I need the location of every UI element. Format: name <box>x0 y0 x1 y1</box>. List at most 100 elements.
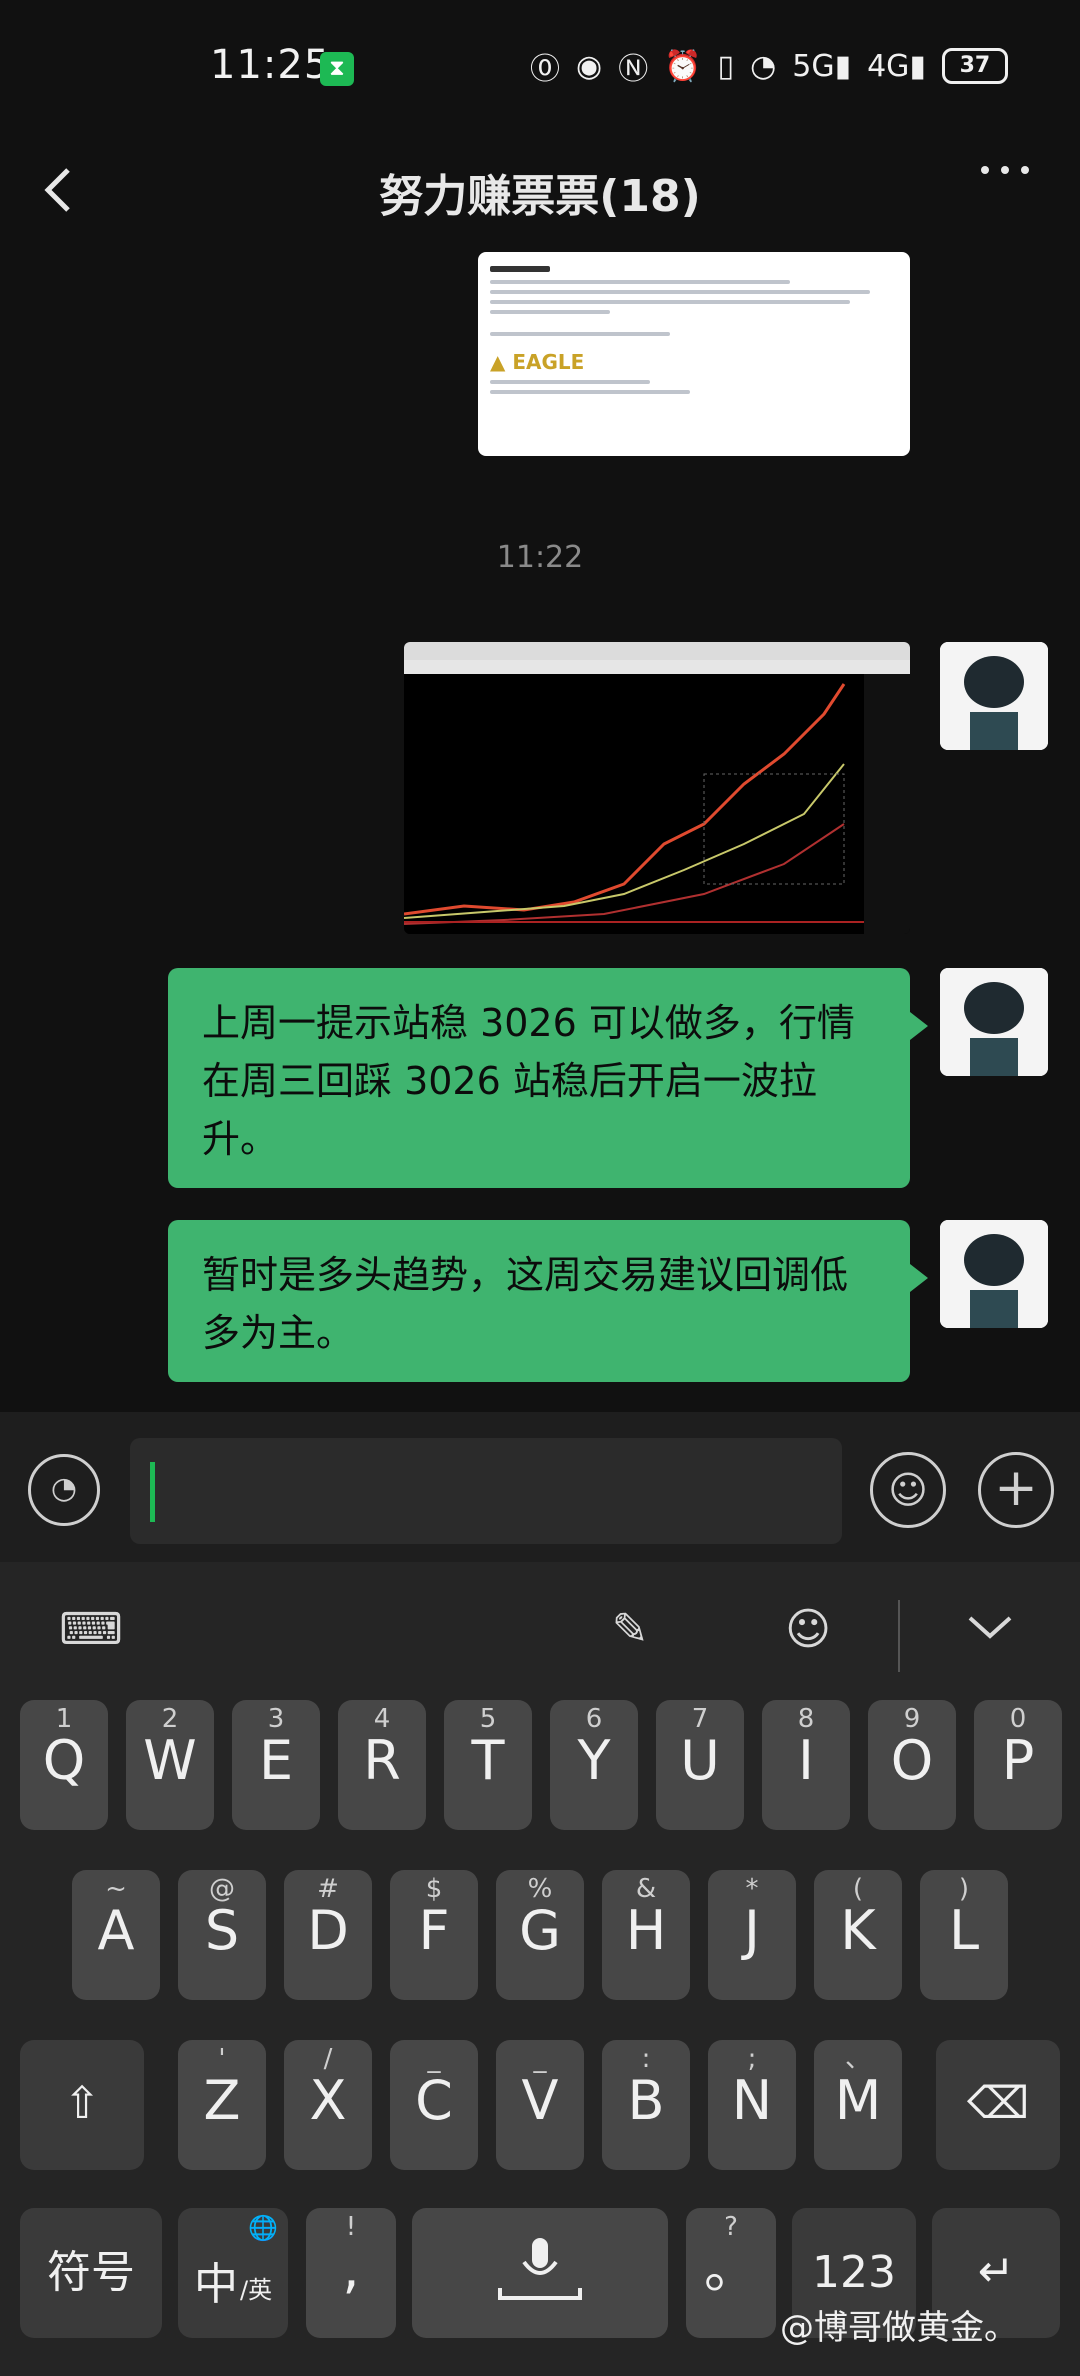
signal-4g-icon: 4G▮ <box>867 48 926 84</box>
smiley-icon: ☺ <box>785 1604 831 1655</box>
chart-toolbar <box>404 642 910 660</box>
emoji-button[interactable]: ☺ <box>870 1452 946 1528</box>
key-n[interactable]: ; N <box>708 2040 796 2170</box>
key-l[interactable]: ) L <box>920 1870 1008 2000</box>
globe-icon: 🌐 <box>248 2214 278 2242</box>
space-key[interactable] <box>412 2208 668 2338</box>
key-c[interactable]: _ C <box>390 2040 478 2170</box>
key-label: M <box>834 2069 882 2132</box>
document-image[interactable]: ▲ EAGLE <box>478 252 910 456</box>
status-icons: ⓪ ◉ Ⓝ ⏰ ▯ ◔ 5G▮ 4G▮ 37 <box>530 44 1008 88</box>
key-label: D <box>307 1899 349 1962</box>
comma-label: , <box>342 2237 360 2300</box>
key-r[interactable]: 4R <box>338 1700 426 1830</box>
key-q[interactable]: 1Q <box>20 1700 108 1830</box>
backspace-key[interactable]: ⌫ <box>936 2040 1060 2170</box>
smiley-icon: ☺ <box>888 1468 928 1512</box>
doc-text-line <box>490 332 670 336</box>
more-icon <box>981 166 1029 174</box>
key-o[interactable]: 9O <box>868 1700 956 1830</box>
wifi-icon: ◔ <box>750 48 777 84</box>
comma-key[interactable]: ! , <box>306 2208 396 2338</box>
time-separator: 11:22 <box>496 540 584 575</box>
chat-message-bubble[interactable]: 暂时是多头趋势，这周交易建议回调低多为主。 <box>168 1220 928 1382</box>
eagle-trader-logo: ▲ EAGLE <box>490 350 585 374</box>
key-a[interactable]: ~ A <box>72 1870 160 2000</box>
key-g[interactable]: % G <box>496 1870 584 2000</box>
nfc-icon: Ⓝ <box>618 52 649 87</box>
key-label: X <box>309 2069 347 2132</box>
key-label: H <box>625 1899 667 1962</box>
lang-sub-label: /英 <box>240 2276 273 2304</box>
doc-text-line <box>490 290 870 294</box>
key-e[interactable]: 3E <box>232 1700 320 1830</box>
key-label: T <box>471 1729 505 1792</box>
plus-icon: + <box>994 1458 1038 1518</box>
key-label: W <box>143 1729 197 1792</box>
key-label: C <box>415 2069 453 2132</box>
ai-pen-icon: ✎ <box>611 1604 649 1655</box>
key-u[interactable]: 7U <box>656 1700 744 1830</box>
language-switch-key[interactable]: 🌐 中 /英 <box>178 2208 288 2338</box>
more-options-button[interactable] <box>975 150 1035 201</box>
avatar[interactable] <box>940 642 1048 750</box>
lang-label: 中 <box>194 2259 238 2310</box>
key-label: A <box>97 1899 135 1962</box>
chat-title: 努力赚票票(18) <box>379 171 701 222</box>
toolbar-divider <box>898 1600 900 1672</box>
key-v[interactable]: _ V <box>496 2040 584 2170</box>
shift-icon: ⇧ <box>63 2078 101 2129</box>
chart-screenshot-image[interactable] <box>404 642 910 934</box>
key-k[interactable]: (K <box>814 1870 902 2000</box>
key-w[interactable]: 2W <box>126 1700 214 1830</box>
chevron-down-icon <box>968 1616 1012 1639</box>
key-h[interactable]: & H <box>602 1870 690 2000</box>
key-label: O <box>890 1729 934 1792</box>
avatar[interactable] <box>940 1220 1048 1328</box>
key-m[interactable]: 、 M <box>814 2040 902 2170</box>
period-label: 。 <box>704 2237 758 2300</box>
ai-write-button[interactable]: ✎ <box>590 1604 670 1655</box>
shift-key[interactable]: ⇧ <box>20 2040 144 2170</box>
key-label: S <box>204 1899 240 1962</box>
key-label: Z <box>203 2069 241 2132</box>
doc-text-line <box>490 380 650 384</box>
key-t[interactable]: 5T <box>444 1700 532 1830</box>
doc-text-line <box>490 390 690 394</box>
key-label: I <box>798 1729 814 1792</box>
key-f[interactable]: $ F <box>390 1870 478 2000</box>
avatar-illustration <box>940 642 1048 750</box>
key-label: L <box>948 1899 980 1962</box>
key-i[interactable]: 8I <box>762 1700 850 1830</box>
voice-input-button[interactable]: ◔ <box>28 1454 100 1526</box>
chat-message-bubble[interactable]: 上周一提示站稳 3026 可以做多，行情在周三回踩 3026 站稳后开启一波拉升… <box>168 968 928 1188</box>
voice-icon: ◔ <box>50 1471 78 1506</box>
key-x[interactable]: / X <box>284 2040 372 2170</box>
collapse-keyboard-button[interactable] <box>950 1604 1030 1659</box>
key-label: J <box>744 1899 760 1962</box>
key-label: E <box>258 1729 294 1792</box>
key-label: F <box>418 1899 450 1962</box>
key-label: B <box>627 2069 665 2132</box>
backspace-icon: ⌫ <box>966 2078 1030 2129</box>
key-b[interactable]: :B <box>602 2040 690 2170</box>
key-z[interactable]: ' Z <box>178 2040 266 2170</box>
period-key[interactable]: ? 。 <box>686 2208 776 2338</box>
key-label: P <box>1001 1729 1035 1792</box>
avatar-illustration <box>940 1220 1048 1328</box>
key-s[interactable]: @ S <box>178 1870 266 2000</box>
keyboard-emoji-button[interactable]: ☺ <box>770 1604 846 1655</box>
key-p[interactable]: 0P <box>974 1700 1062 1830</box>
key-label: G <box>519 1899 561 1962</box>
keyboard-settings-button[interactable]: ⌨ <box>56 1604 126 1655</box>
key-d[interactable]: # D <box>284 1870 372 2000</box>
key-y[interactable]: 6Y <box>550 1700 638 1830</box>
text-cursor <box>150 1462 155 1522</box>
message-input[interactable] <box>130 1438 842 1544</box>
symbols-key[interactable]: 符号 <box>20 2208 162 2338</box>
key-j[interactable]: * J <box>708 1870 796 2000</box>
hourglass-icon: ⧗ <box>320 52 354 86</box>
eye-icon: ◉ <box>576 48 603 84</box>
more-actions-button[interactable]: + <box>978 1452 1054 1528</box>
avatar[interactable] <box>940 968 1048 1076</box>
